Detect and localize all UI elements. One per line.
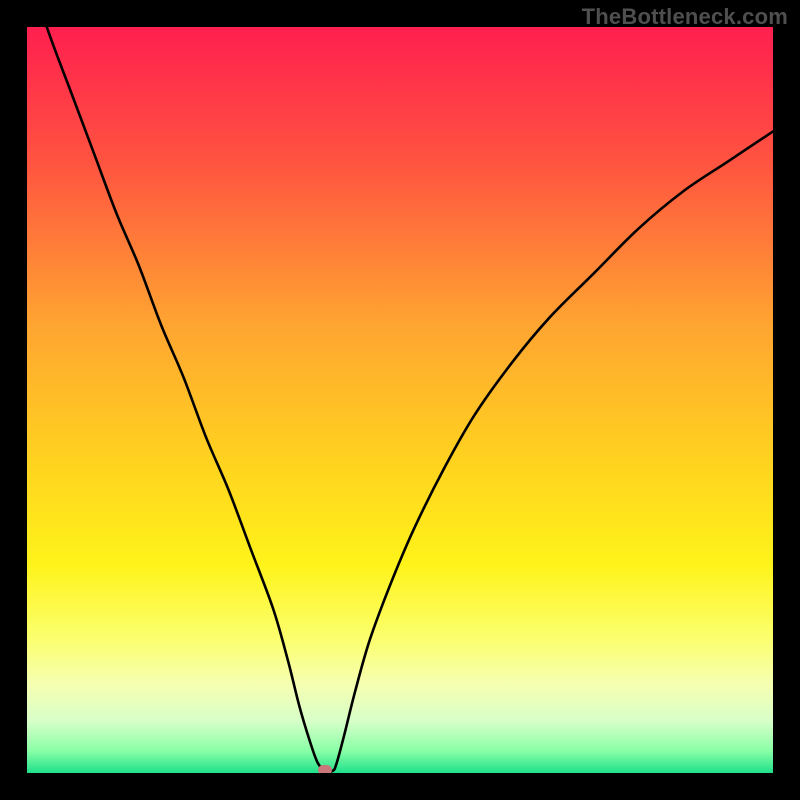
optimum-marker xyxy=(318,765,332,773)
bottleneck-curve xyxy=(27,27,773,773)
chart-frame: TheBottleneck.com xyxy=(0,0,800,800)
plot-area xyxy=(27,27,773,773)
watermark-text: TheBottleneck.com xyxy=(582,4,788,30)
